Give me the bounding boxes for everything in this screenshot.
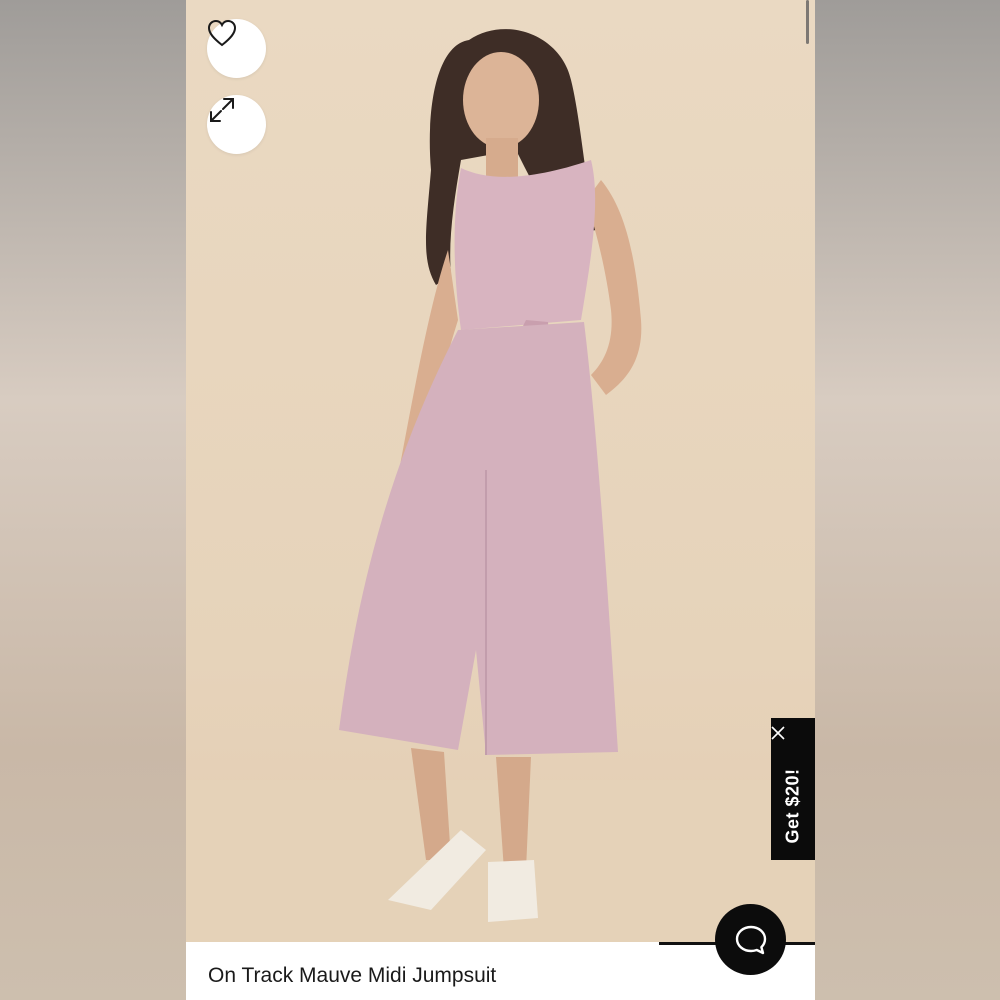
- promo-tab[interactable]: Get $20!: [771, 718, 815, 860]
- favorite-button[interactable]: [207, 19, 266, 78]
- expand-button[interactable]: [207, 95, 266, 154]
- heart-icon: [207, 19, 237, 47]
- product-photo[interactable]: Get $20!: [186, 0, 815, 942]
- promo-label[interactable]: Get $20!: [783, 768, 804, 843]
- scrollbar-thumb[interactable]: [806, 0, 809, 44]
- chat-button[interactable]: [715, 904, 786, 975]
- close-x-icon: [771, 726, 785, 740]
- model-illustration: [186, 29, 815, 942]
- promo-close-button[interactable]: [771, 726, 815, 754]
- product-title: On Track Mauve Midi Jumpsuit: [208, 964, 497, 987]
- product-screen: Get $20! On Track Mauve Midi Jumpsuit: [186, 0, 815, 1000]
- background-blur-left: [0, 0, 186, 1000]
- chat-bubble-icon: [735, 925, 766, 954]
- expand-arrows-icon: [210, 98, 234, 122]
- background-blur-right: [815, 0, 1000, 1000]
